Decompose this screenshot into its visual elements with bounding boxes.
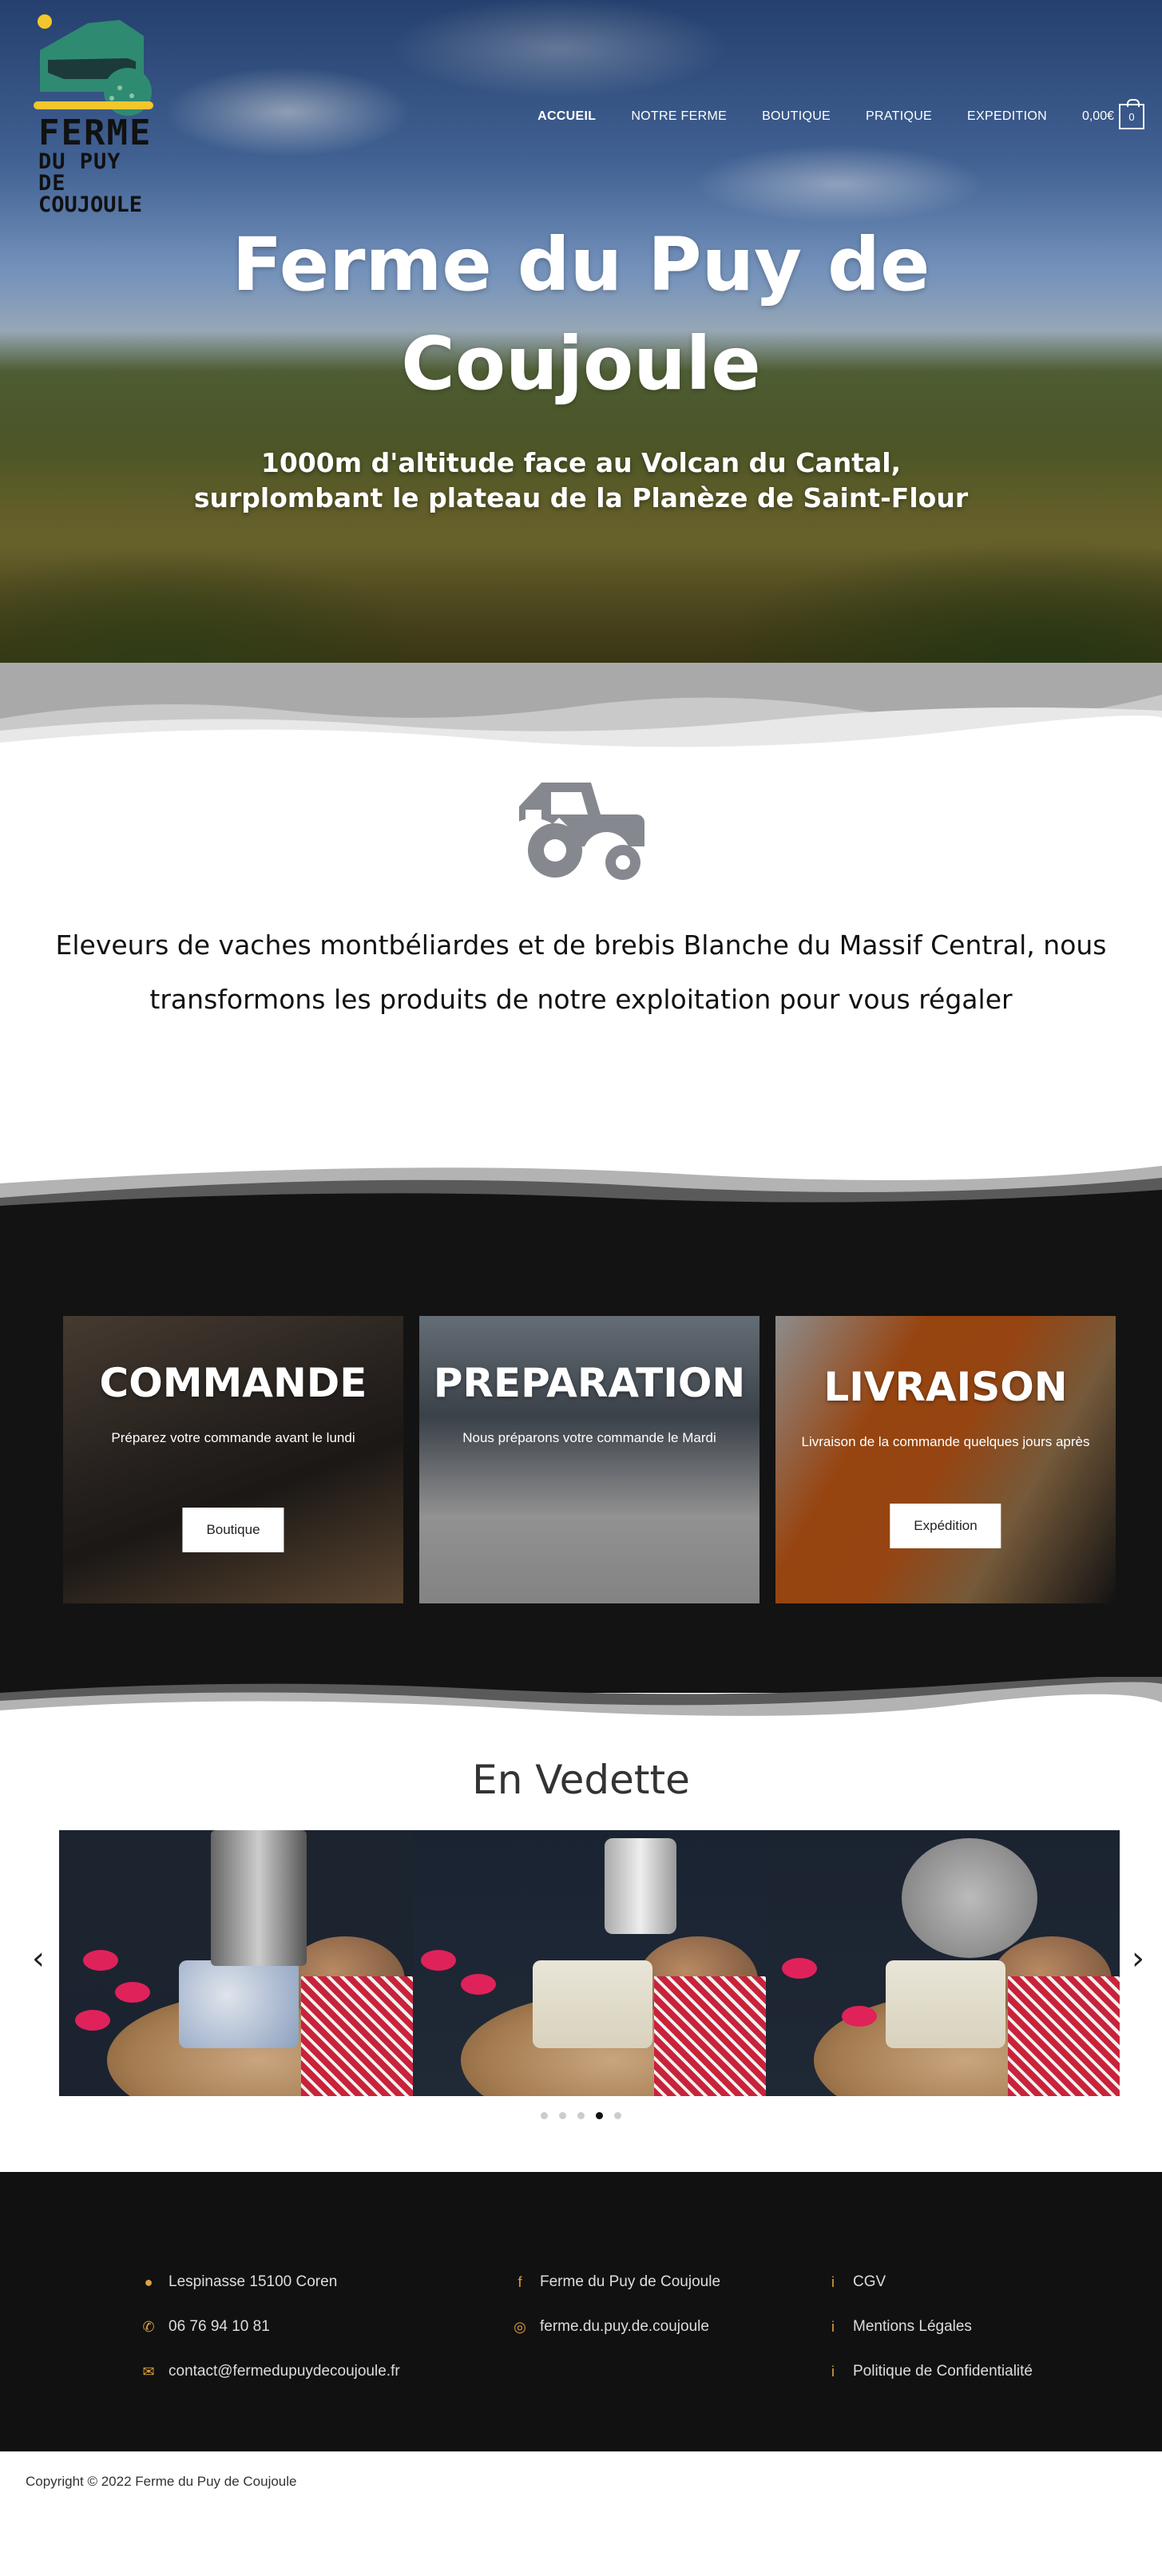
intro-section: Eleveurs de vaches montbéliardes et de b… — [0, 775, 1162, 1134]
tractor-icon — [519, 783, 644, 880]
footer-email[interactable]: ✉ contact@fermedupuydecoujoule.fr — [140, 2349, 399, 2394]
footer-mentions-legales[interactable]: i Mentions Légales — [824, 2305, 1033, 2349]
nav-pratique[interactable]: PRATIQUE — [866, 109, 932, 124]
cart-bag-icon: 0 — [1119, 99, 1144, 129]
nav-notre-ferme[interactable]: NOTRE FERME — [631, 109, 727, 124]
footer-cgv[interactable]: i CGV — [824, 2260, 1033, 2305]
phone-icon: ✆ — [142, 2318, 155, 2335]
facebook-icon: f — [518, 2273, 522, 2290]
step-card-livraison: LIVRAISON Livraison de la commande quelq… — [775, 1316, 1116, 1603]
footer-facebook[interactable]: f Ferme du Puy de Coujoule — [511, 2260, 720, 2305]
copyright-bar: Copyright © 2022 Ferme du Puy de Coujoul… — [0, 2451, 1162, 2495]
round-cheese — [902, 1838, 1038, 1958]
hero-subtitle-line2: surplombant le plateau de la Planèze de … — [193, 482, 969, 513]
logo-line3: COUJOULE — [38, 192, 143, 217]
intro-line1: Eleveurs de vaches montbéliardes et de b… — [55, 929, 1107, 961]
carousel-dot[interactable] — [541, 2112, 548, 2119]
step-text: Préparez votre commande avant le lundi — [111, 1430, 355, 1445]
hero-title: Ferme du Puy de Coujoule — [0, 216, 1162, 414]
info-icon: i — [831, 2318, 835, 2335]
hero-title-line1: Ferme du Puy de — [232, 222, 930, 307]
steps-section: COMMANDE Préparez votre commande avant l… — [0, 1230, 1162, 1677]
footer-phone[interactable]: ✆ 06 76 94 10 81 — [140, 2305, 400, 2349]
hero-section: FERME DU PUY DE COUJOULE ACCUEIL NOTRE F… — [0, 0, 1162, 663]
footer-contact-column: ● Lespinasse 15100 Coren ✆ 06 76 94 10 81 … — [140, 2260, 400, 2394]
tomme-cheese — [886, 1960, 1006, 2048]
step-card-preparation: PREPARATION Nous préparons votre command… — [419, 1316, 759, 1603]
carousel-dots — [0, 2112, 1162, 2119]
map-pin-icon: ● — [144, 2273, 153, 2290]
carousel-dot[interactable] — [577, 2112, 585, 2119]
info-icon: i — [831, 2273, 835, 2290]
envelope-icon: ✉ — [142, 2363, 155, 2380]
intro-text: Eleveurs de vaches montbéliardes et de b… — [0, 918, 1162, 1027]
footer-legal-column: i CGV i Mentions Légales i Politique de Con… — [824, 2260, 1033, 2394]
expedition-button[interactable]: Expédition — [890, 1504, 1001, 1548]
step-title: LIVRAISON — [823, 1364, 1068, 1410]
boutique-button[interactable]: Boutique — [182, 1508, 284, 1552]
nav-accueil[interactable]: ACCUEIL — [537, 109, 596, 124]
step-text: Livraison de la commande quelques jours … — [801, 1434, 1090, 1449]
cart-count: 0 — [1128, 110, 1135, 123]
carousel-prev-arrow[interactable]: ‹ — [32, 1940, 45, 1977]
featured-title: En Vedette — [472, 1757, 690, 1803]
nav-boutique[interactable]: BOUTIQUE — [762, 109, 831, 124]
nav-expedition[interactable]: EXPEDITION — [967, 109, 1047, 124]
cart-total: 0,00€ — [1081, 109, 1114, 123]
logo-text: FERME DU PUY DE COUJOULE — [38, 116, 160, 216]
hero-subtitle-line1: 1000m d'altitude face au Volcan du Canta… — [260, 447, 902, 478]
step-title: COMMANDE — [99, 1360, 367, 1406]
tomme-cheese — [532, 1960, 652, 2048]
product-slide[interactable] — [412, 1830, 767, 2096]
blue-cheese — [179, 1960, 299, 2048]
footer-instagram[interactable]: ◎ ferme.du.puy.de.coujoule — [511, 2305, 720, 2349]
carousel-dot-active[interactable] — [596, 2112, 603, 2119]
product-slide[interactable] — [766, 1830, 1120, 2096]
carousel-dot[interactable] — [614, 2112, 621, 2119]
footer-social-column: f Ferme du Puy de Coujoule ◎ ferme.du.puy.… — [511, 2260, 720, 2349]
logo-graphic — [34, 14, 153, 116]
hero-title-line2: Coujoule — [401, 321, 761, 406]
info-icon: i — [831, 2363, 835, 2380]
hero-landscape — [0, 375, 1162, 663]
step-text: Nous préparons votre commande le Mardi — [462, 1430, 716, 1445]
wave-divider-bottom — [0, 1677, 1162, 1741]
logo-line1: FERME — [38, 113, 153, 153]
product-slide[interactable] — [59, 1830, 413, 2096]
milk-can — [604, 1838, 676, 1934]
carousel-next-arrow[interactable]: › — [1132, 1940, 1144, 1977]
site-footer: ● Lespinasse 15100 Coren ✆ 06 76 94 10 81 … — [0, 2172, 1162, 2451]
step-card-commande: COMMANDE Préparez votre commande avant l… — [63, 1316, 403, 1603]
cart-link[interactable]: 0,00€ 0 — [1081, 99, 1144, 129]
step-title: PREPARATION — [433, 1360, 746, 1406]
carousel-dot[interactable] — [559, 2112, 566, 2119]
wave-divider-middle — [0, 1134, 1162, 1230]
cheese-wrapper — [211, 1830, 307, 1966]
main-nav: ACCUEIL NOTRE FERME BOUTIQUE PRATIQUE EX… — [537, 99, 1144, 129]
featured-section: En Vedette ‹ › — [0, 1741, 1162, 2172]
site-logo[interactable]: FERME DU PUY DE COUJOULE — [32, 12, 160, 216]
logo-line2: DU PUY DE — [38, 149, 121, 196]
footer-privacy[interactable]: i Politique de Confidentialité — [824, 2349, 1033, 2394]
intro-line2: transformons les produits de notre explo… — [149, 984, 1013, 1015]
wave-divider-top — [0, 663, 1162, 775]
hero-subtitle: 1000m d'altitude face au Volcan du Canta… — [0, 446, 1162, 516]
product-carousel — [59, 1830, 1120, 2096]
footer-address: ● Lespinasse 15100 Coren — [140, 2260, 400, 2305]
copyright-text: Copyright © 2022 Ferme du Puy de Coujoul… — [26, 2474, 297, 2489]
instagram-icon: ◎ — [514, 2318, 526, 2335]
